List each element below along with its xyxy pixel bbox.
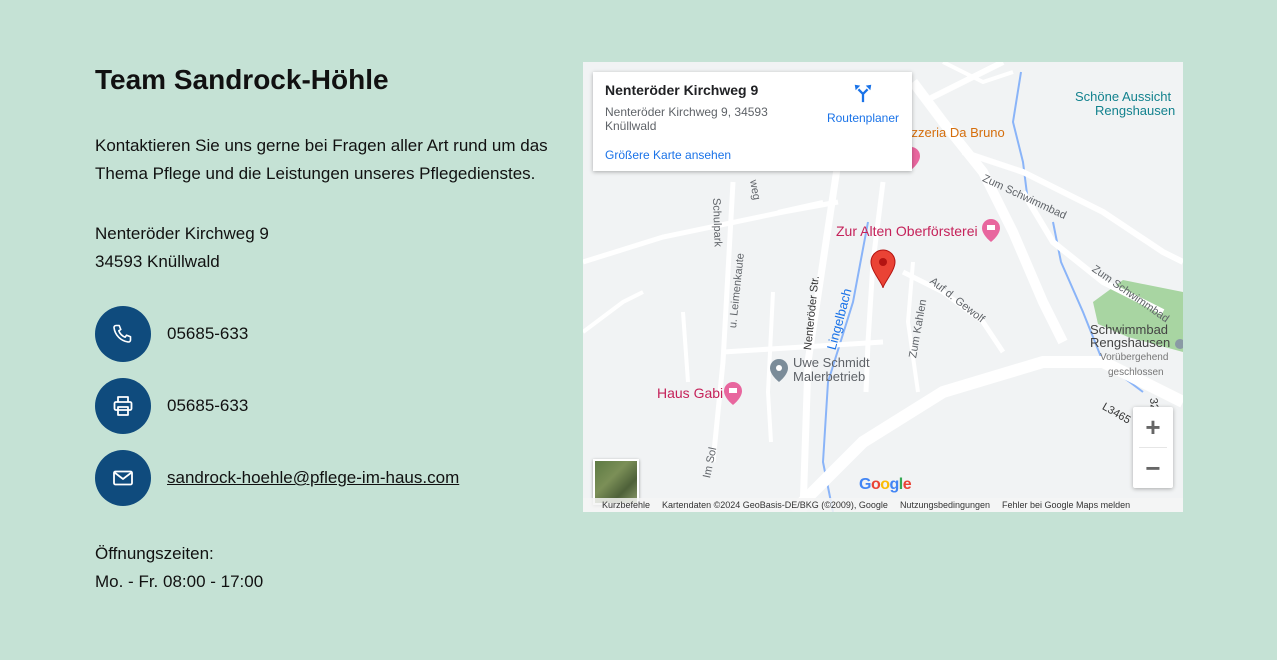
terms-link[interactable]: Nutzungsbedingungen: [900, 500, 990, 510]
map-info-card: Nenteröder Kirchweg 9 Nenteröder Kirchwe…: [593, 72, 912, 171]
fax-row: 05685-633: [95, 378, 248, 434]
poi-schwimmbad-status-2: geschlossen: [1108, 367, 1164, 378]
hours-label: Öffnungszeiten:: [95, 544, 214, 563]
plus-icon: +: [1145, 411, 1161, 442]
hours-value: Mo. - Fr. 08:00 - 17:00: [95, 572, 264, 591]
directions-button[interactable]: Routenplaner: [822, 82, 904, 125]
poi-schmidt-name: Uwe Schmidt: [793, 355, 870, 370]
zoom-in-button[interactable]: +: [1133, 407, 1173, 447]
directions-label: Routenplaner: [826, 111, 900, 125]
poi-haus-gabi[interactable]: Haus Gabi: [657, 385, 723, 401]
poi-aussicht-name: Schöne Aussicht: [1075, 89, 1172, 104]
map-place-title: Nenteröder Kirchweg 9: [605, 82, 759, 98]
map-place-address: Nenteröder Kirchweg 9, 34593 Knüllwald: [605, 105, 768, 133]
keyboard-shortcuts-link[interactable]: Kurzbefehle: [602, 500, 650, 510]
map-attribution-bar: Kurzbefehle Kartendaten ©2024 GeoBasis-D…: [583, 498, 1183, 512]
email-row: sandrock-hoehle@pflege-im-haus.com: [95, 450, 459, 506]
poi-schwimmbad-status-1: Vorübergehend: [1100, 352, 1169, 363]
intro-text: Kontaktieren Sie uns gerne bei Fragen al…: [95, 136, 548, 183]
poi-aussicht-place: Rengshausen: [1095, 103, 1176, 118]
address-city: 34593 Knüllwald: [95, 252, 220, 271]
minus-icon: −: [1145, 452, 1161, 483]
street-schulpark: Schulpark: [710, 197, 724, 248]
map-embed[interactable]: Pizzeria Da Bruno Zur Alten Oberförstere…: [583, 62, 1183, 512]
map-data-text: Kartendaten ©2024 GeoBasis-DE/BKG (©2009…: [662, 500, 888, 510]
poi-oberfoersterei[interactable]: Zur Alten Oberförsterei: [836, 223, 978, 239]
poi-schmidt-type: Malerbetrieb: [793, 369, 866, 384]
email-link[interactable]: sandrock-hoehle@pflege-im-haus.com: [167, 468, 459, 488]
printer-icon: [95, 378, 151, 434]
address-block: Nenteröder Kirchweg 9 34593 Knüllwald: [95, 220, 269, 276]
mail-icon: [95, 450, 151, 506]
phone-icon: [95, 306, 151, 362]
poi-schmidt[interactable]: Uwe Schmidt Malerbetrieb: [793, 356, 870, 384]
directions-icon: [854, 84, 872, 103]
page-title: Team Sandrock-Höhle: [95, 64, 389, 95]
report-error-link[interactable]: Fehler bei Google Maps melden: [1002, 500, 1130, 510]
poi-pizzeria[interactable]: Pizzeria Da Bruno: [900, 125, 1005, 140]
phone-row: 05685-633: [95, 306, 248, 362]
zoom-out-button[interactable]: −: [1133, 448, 1173, 488]
phone-number[interactable]: 05685-633: [167, 324, 248, 344]
google-logo: Google: [859, 476, 912, 493]
address-street: Nenteröder Kirchweg 9: [95, 224, 269, 243]
zoom-control: + −: [1133, 407, 1173, 488]
poi-schwimmbad[interactable]: Schwimmbad Rengshausen Vorübergehend ges…: [1090, 323, 1170, 379]
larger-map-link[interactable]: Größere Karte ansehen: [605, 148, 731, 162]
opening-hours: Öffnungszeiten: Mo. - Fr. 08:00 - 17:00: [95, 540, 263, 596]
poi-aussicht[interactable]: Schöne Aussicht Rengshausen: [1075, 90, 1175, 118]
fax-number[interactable]: 05685-633: [167, 396, 248, 416]
poi-schwimmbad-place: Rengshausen: [1090, 335, 1171, 350]
